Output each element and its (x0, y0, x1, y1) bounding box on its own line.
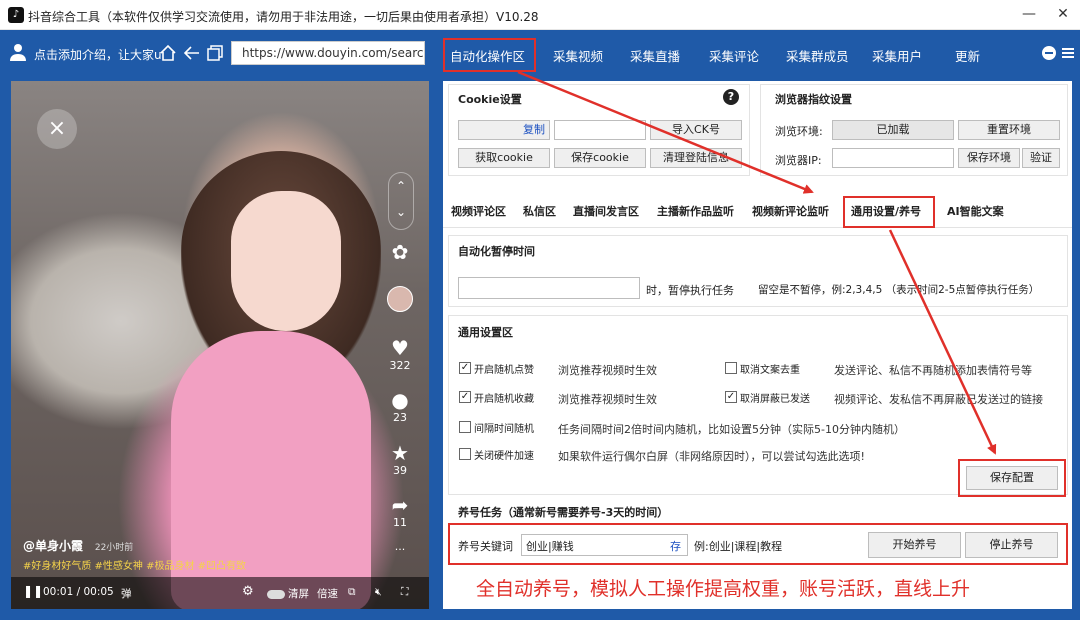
annotation-arrows (517, 70, 997, 455)
arrow-to-general-tab (517, 70, 814, 194)
arrow-to-save-config (888, 229, 997, 455)
